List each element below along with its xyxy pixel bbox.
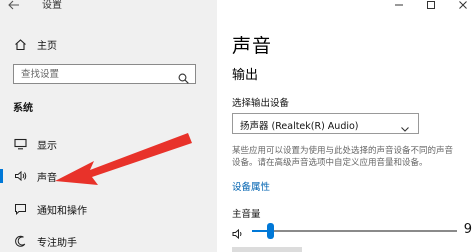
volume-slider-thumb[interactable]: [267, 223, 274, 239]
output-heading: 输出: [232, 68, 259, 83]
output-device-value: 扬声器 (Realtek(R) Audio): [240, 121, 359, 132]
sidebar: 主页 系统 显示 声音 通知和操作 专注助手: [0, 0, 217, 252]
monitor-icon: [13, 137, 27, 151]
volume-speaker-icon[interactable]: [232, 225, 244, 240]
description-line: 设备。请在高级声音选项中自定义应用音量和设备。: [232, 158, 428, 168]
home-icon: [13, 37, 27, 51]
page-title: 声音: [232, 35, 273, 57]
focus-assist-icon: [13, 234, 27, 248]
notification-icon: [13, 202, 27, 216]
window-title: 设置: [42, 0, 62, 11]
speaker-icon: [13, 169, 27, 183]
sidebar-item-notifications[interactable]: 通知和操作: [0, 199, 217, 219]
chevron-down-icon: [400, 119, 410, 132]
description-line: 某些应用可以设置为使用与此处选择的声音设备不同的声音: [232, 146, 454, 156]
sidebar-item-label: 声音: [37, 172, 57, 184]
main-content: 声音 输出 选择输出设备 扬声器 (Realtek(R) Audio) 某些应用…: [217, 0, 474, 252]
sidebar-item-label: 通知和操作: [37, 205, 87, 217]
home-label: 主页: [37, 40, 57, 52]
search-box[interactable]: [13, 64, 196, 84]
output-description: 某些应用可以设置为使用与此处选择的声音设备不同的声音 设备。请在高级声音选项中自…: [232, 145, 472, 169]
sidebar-item-focus-assist[interactable]: 专注助手: [0, 231, 217, 251]
sidebar-item-sound[interactable]: 声音: [0, 166, 217, 186]
sidebar-item-display[interactable]: 显示: [0, 134, 217, 154]
search-input[interactable]: [21, 67, 171, 81]
volume-value: 9: [463, 222, 472, 237]
search-icon[interactable]: [178, 69, 189, 84]
section-label-system: 系统: [13, 103, 33, 114]
home-nav-item[interactable]: 主页: [13, 37, 57, 52]
master-volume-row: 9: [232, 222, 472, 240]
volume-slider[interactable]: [252, 223, 457, 239]
bottom-cutoff-element: [232, 247, 302, 252]
select-output-label: 选择输出设备: [232, 98, 290, 109]
master-volume-label: 主音量: [232, 209, 261, 220]
output-device-dropdown[interactable]: 扬声器 (Realtek(R) Audio): [232, 113, 419, 134]
device-properties-link[interactable]: 设备属性: [232, 179, 270, 193]
sidebar-item-label: 显示: [37, 140, 57, 152]
sidebar-item-label: 专注助手: [37, 237, 77, 249]
active-indicator: [0, 169, 3, 183]
back-arrow-icon[interactable]: [8, 0, 22, 10]
